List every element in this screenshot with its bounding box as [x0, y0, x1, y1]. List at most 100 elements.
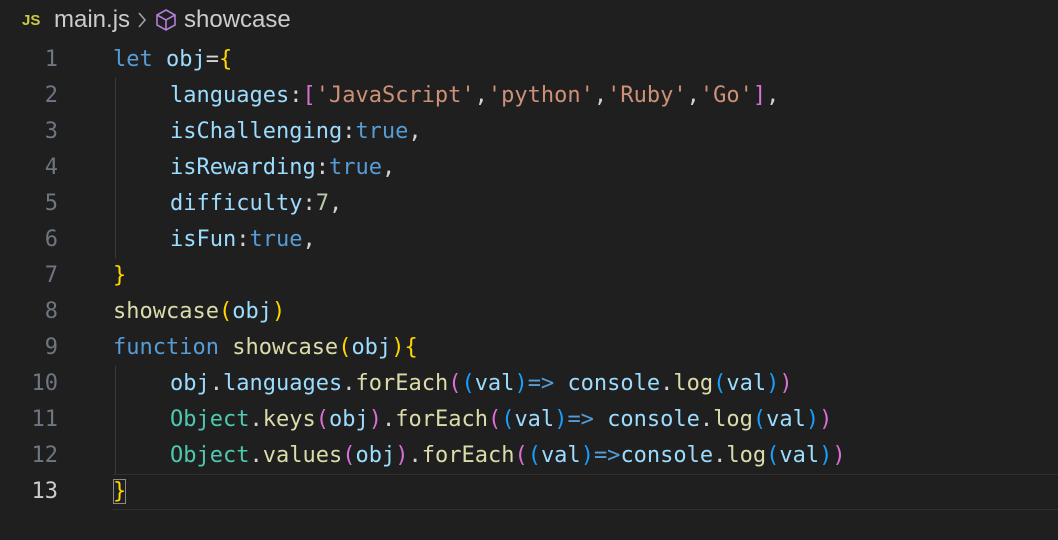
code-token: , — [302, 227, 316, 252]
javascript-file-icon: JS — [22, 11, 41, 29]
code-token: keys — [262, 407, 316, 432]
line-number: 6 — [44, 227, 58, 252]
code-text[interactable]: difficulty:7, — [170, 186, 342, 222]
code-line[interactable]: 4 isRewarding:true, — [0, 150, 1058, 186]
code-line[interactable]: 12 Object.values(obj).forEach((val)=>cons… — [0, 438, 1058, 474]
code-token: ( — [501, 407, 515, 432]
code-line[interactable]: 2 languages:['JavaScript','python','Ruby'… — [0, 78, 1058, 114]
code-token: => — [567, 407, 594, 432]
code-token: isFun — [170, 227, 237, 252]
code-line[interactable]: 8 showcase(obj) — [0, 294, 1058, 330]
code-text[interactable]: Object.values(obj).forEach((val)=>consol… — [170, 438, 846, 474]
code-line[interactable]: 1 let obj={ — [0, 42, 1058, 78]
code-token: ( — [527, 443, 541, 468]
code-text[interactable]: isRewarding:true, — [170, 150, 395, 186]
code-line[interactable]: 11 Object.keys(obj).forEach((val)=> conso… — [0, 402, 1058, 438]
code-line[interactable]: 13} — [0, 474, 1058, 510]
code-token: 'Ruby' — [607, 83, 687, 108]
code-token: } — [113, 263, 127, 288]
code-editor[interactable]: JS main.js showcase 1 let obj={2 languages… — [0, 0, 1058, 540]
code-token: ) — [580, 443, 594, 468]
indent-guide — [115, 402, 116, 438]
code-token: function — [113, 335, 219, 360]
code-token: : — [236, 227, 250, 252]
code-line[interactable]: 7} — [0, 258, 1058, 294]
code-token: . — [699, 407, 714, 432]
code-token: log — [713, 407, 753, 432]
code-token: ] — [752, 83, 767, 108]
code-token: languages — [223, 371, 343, 396]
code-token: ( — [342, 443, 356, 468]
code-text[interactable]: } — [113, 474, 127, 510]
code-token: obj — [351, 335, 392, 360]
code-token: . — [408, 443, 422, 468]
code-token: console — [567, 371, 661, 396]
code-text[interactable]: function showcase(obj){ — [113, 330, 418, 366]
code-token: ( — [752, 407, 767, 432]
code-token: 'Go' — [699, 83, 753, 108]
cube-icon — [154, 8, 178, 32]
code-token: ) — [819, 407, 833, 432]
line-number: 11 — [31, 407, 59, 432]
indent-guide — [115, 114, 116, 150]
code-text[interactable]: isFun:true, — [170, 222, 316, 258]
code-token: ( — [713, 371, 727, 396]
code-text[interactable]: let obj={ — [113, 42, 232, 78]
code-token: = — [205, 47, 219, 72]
breadcrumb-file[interactable]: main.js — [54, 6, 130, 34]
indent-guide — [115, 78, 116, 114]
code-token: ) — [368, 407, 382, 432]
code-token: : — [315, 155, 329, 180]
line-number: 12 — [31, 443, 59, 468]
indent-guide — [115, 186, 116, 222]
code-token: showcase — [232, 335, 339, 360]
current-line-highlight — [113, 474, 1058, 510]
code-token: Object — [170, 443, 250, 468]
code-token: ( — [218, 299, 233, 324]
code-token: Object — [170, 407, 250, 432]
code-token: obj — [170, 371, 210, 396]
code-token: [ — [302, 83, 316, 108]
code-token: => — [527, 371, 555, 396]
code-token: , — [474, 83, 488, 108]
code-token: . — [381, 407, 396, 432]
code-token: isChallenging — [170, 119, 343, 144]
line-number: 3 — [44, 119, 58, 144]
code-token: . — [342, 371, 356, 396]
code-token: val — [540, 443, 581, 468]
code-token: . — [713, 443, 727, 468]
code-token: values — [262, 443, 343, 468]
code-token: . — [249, 407, 263, 432]
code-token: true — [249, 227, 303, 252]
indent-guide — [115, 438, 116, 474]
code-line[interactable]: 9 function showcase(obj){ — [0, 330, 1058, 366]
code-token: obj — [328, 407, 369, 432]
code-line[interactable]: 10 obj.languages.forEach((val)=> console.… — [0, 366, 1058, 402]
code-text[interactable]: isChallenging:true, — [170, 114, 422, 150]
code-text[interactable]: Object.keys(obj).forEach((val)=> console… — [170, 402, 832, 438]
code-line[interactable]: 5 difficulty:7, — [0, 186, 1058, 222]
breadcrumb-symbol[interactable]: showcase — [184, 6, 291, 34]
code-line[interactable]: 6 isFun:true, — [0, 222, 1058, 258]
code-lines[interactable]: 1 let obj={2 languages:['JavaScript','pyth… — [0, 42, 1058, 510]
code-text[interactable]: languages:['JavaScript','python','Ruby',… — [170, 78, 779, 114]
code-token: . — [660, 371, 674, 396]
code-token: => — [593, 443, 621, 468]
code-token: val — [766, 407, 806, 432]
code-token: : — [302, 191, 316, 216]
code-text[interactable]: obj.languages.forEach((val)=> console.lo… — [170, 366, 793, 402]
chevron-right-icon — [136, 10, 148, 30]
code-text[interactable]: showcase(obj) — [113, 294, 285, 330]
code-token: obj — [166, 47, 206, 72]
code-token: ) — [271, 299, 286, 324]
code-token: ) — [779, 371, 793, 396]
indent-guide — [115, 150, 116, 186]
code-text[interactable]: } — [113, 258, 126, 294]
cursor-token: } — [113, 479, 127, 504]
code-token: , — [766, 83, 780, 108]
code-token: ) — [554, 407, 568, 432]
code-token: , — [328, 191, 343, 216]
code-line[interactable]: 3 isChallenging:true, — [0, 114, 1058, 150]
